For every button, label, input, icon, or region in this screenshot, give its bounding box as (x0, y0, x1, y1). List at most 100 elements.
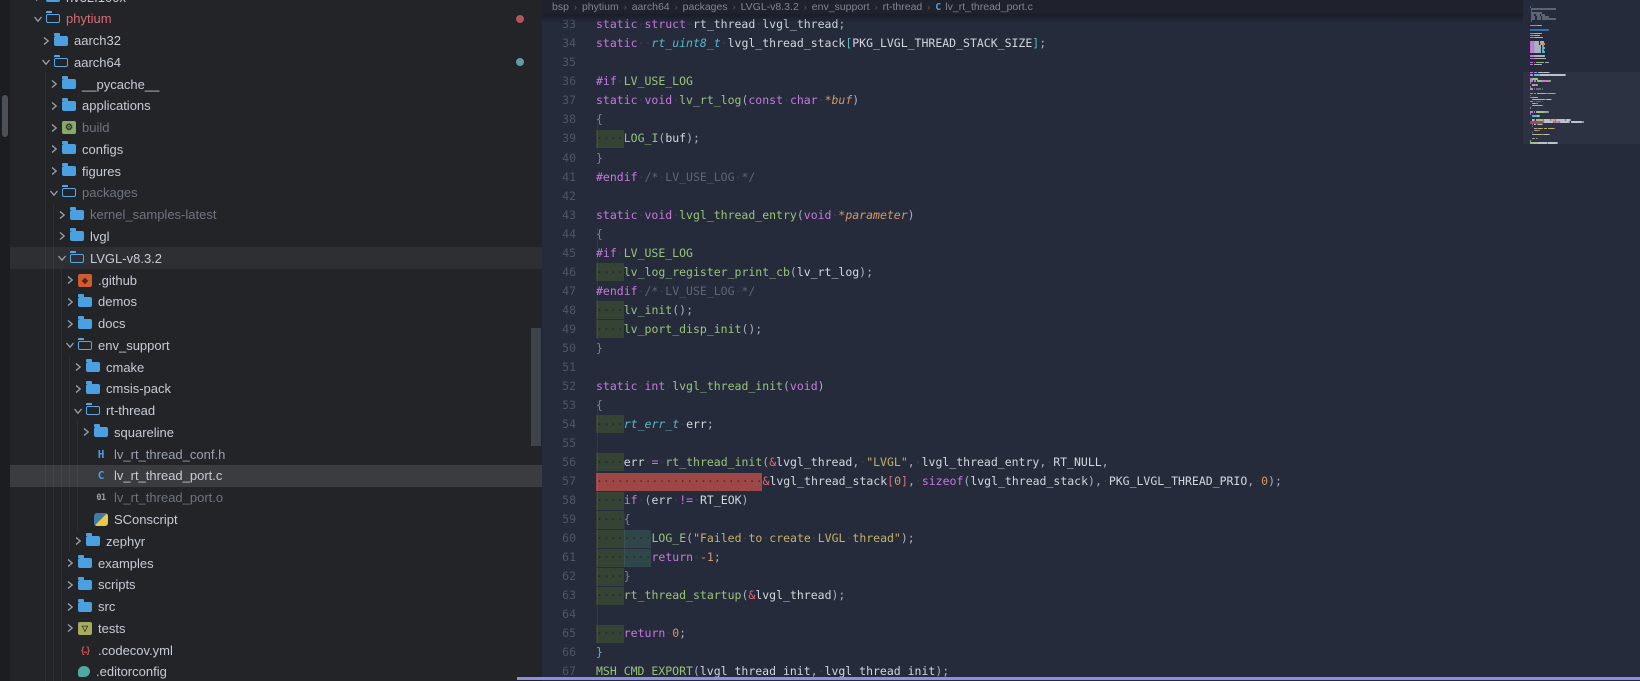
tree-row-scripts[interactable]: scripts (10, 574, 542, 596)
line-number[interactable]: 47 (542, 284, 576, 298)
line-number[interactable]: 58 (542, 493, 576, 507)
tree-row-examples[interactable]: examples (10, 552, 542, 574)
chevron-down-icon[interactable] (72, 405, 84, 417)
sidebar-left-scrollbar-thumb[interactable] (2, 95, 8, 137)
tree-row-zephyr[interactable]: zephyr (10, 530, 542, 552)
line-number[interactable]: 43 (542, 208, 576, 222)
tree-row-packages[interactable]: packages (10, 182, 542, 204)
code-line-53[interactable]: 53{ (542, 396, 1640, 415)
code-line-66[interactable]: 66} (542, 643, 1640, 662)
code-line-54[interactable]: 54····rt_err_t·err; (542, 415, 1640, 434)
line-number[interactable]: 53 (542, 398, 576, 412)
tree-row-sconscript[interactable]: SConscript (10, 508, 542, 530)
code-line-55[interactable]: 55 (542, 434, 1640, 453)
breadcrumb-item-env-support[interactable]: env_support (812, 1, 870, 13)
tree-row-lv-rt-thread-port-c[interactable]: Clv_rt_thread_port.c (10, 465, 542, 487)
chevron-down-icon[interactable] (40, 56, 52, 68)
tree-row-squareline[interactable]: squareline (10, 421, 542, 443)
line-number[interactable]: 63 (542, 588, 576, 602)
code-line-44[interactable]: 44{ (542, 225, 1640, 244)
line-number[interactable]: 57 (542, 474, 576, 488)
tree-row-cmsis-pack[interactable]: cmsis-pack (10, 378, 542, 400)
chevron-down-icon[interactable] (56, 252, 68, 264)
chevron-right-icon[interactable] (56, 230, 68, 242)
code-line-62[interactable]: 62····} (542, 567, 1640, 586)
breadcrumb[interactable]: bsp›phytium›aarch64›packages›LVGL-v8.3.2… (542, 0, 1523, 14)
tree-row--pycache-[interactable]: __pycache__ (10, 73, 542, 95)
breadcrumb-item-bsp[interactable]: bsp (552, 1, 569, 13)
tree-row-aarch64[interactable]: aarch64 (10, 51, 542, 73)
tree-row-env-support[interactable]: env_support (10, 334, 542, 356)
tree-row-cmake[interactable]: cmake (10, 356, 542, 378)
code-line-61[interactable]: 61········return·-1; (542, 548, 1640, 567)
chevron-right-icon[interactable] (56, 209, 68, 221)
minimap[interactable] (1523, 0, 1640, 681)
tree-row-lvgl-v8-3-2[interactable]: LVGL-v8.3.2 (10, 247, 542, 269)
line-number[interactable]: 48 (542, 303, 576, 317)
breadcrumb-item-lvgl-v8-3-2[interactable]: LVGL-v8.3.2 (741, 1, 799, 13)
tree-row-lv-rt-thread-conf-h[interactable]: Hlv_rt_thread_conf.h (10, 443, 542, 465)
tree-row--codecov-yml[interactable]: {..}.codecov.yml (10, 639, 542, 661)
chevron-right-icon[interactable] (72, 535, 84, 547)
tree-row-src[interactable]: src (10, 596, 542, 618)
code-line-35[interactable]: 35 (542, 53, 1640, 72)
code-line-63[interactable]: 63····rt_thread_startup(&lvgl_thread); (542, 586, 1640, 605)
chevron-right-icon[interactable] (48, 100, 60, 112)
line-number[interactable]: 59 (542, 512, 576, 526)
chevron-right-icon[interactable] (72, 383, 84, 395)
line-number[interactable]: 34 (542, 36, 576, 50)
line-number[interactable]: 37 (542, 93, 576, 107)
chevron-right-icon[interactable] (64, 601, 76, 613)
code-line-50[interactable]: 50} (542, 339, 1640, 358)
code-line-42[interactable]: 42 (542, 187, 1640, 206)
breadcrumb-item-phytium[interactable]: phytium (582, 1, 619, 13)
breadcrumb-item-packages[interactable]: packages (683, 1, 728, 13)
tree-row-docs[interactable]: docs (10, 313, 542, 335)
code-line-58[interactable]: 58····if·(err·!=·RT_EOK) (542, 491, 1640, 510)
code-area[interactable]: 33static·struct·rt_thread·lvgl_thread;34… (542, 0, 1640, 681)
line-number[interactable]: 62 (542, 569, 576, 583)
code-line-39[interactable]: 39····LOG_I(buf); (542, 129, 1640, 148)
code-line-47[interactable]: 47#endif·/*·LV_USE_LOG·*/ (542, 282, 1640, 301)
code-line-46[interactable]: 46····lv_log_register_print_cb(lv_rt_log… (542, 263, 1640, 282)
tree-row--editorconfig[interactable]: .editorconfig (10, 661, 542, 681)
tree-row-phytium[interactable]: phytium (10, 8, 542, 30)
chevron-right-icon[interactable] (48, 78, 60, 90)
tree-row-demos[interactable]: demos (10, 291, 542, 313)
tree-row-figures[interactable]: figures (10, 160, 542, 182)
minimap-viewport[interactable] (1523, 72, 1640, 144)
chevron-right-icon[interactable] (48, 122, 60, 134)
tree-row-applications[interactable]: applications (10, 95, 542, 117)
code-line-48[interactable]: 48····lv_init(); (542, 301, 1640, 320)
chevron-right-icon[interactable] (64, 557, 76, 569)
line-number[interactable]: 41 (542, 170, 576, 184)
code-line-57[interactable]: 57························&lvgl_thread_s… (542, 472, 1640, 491)
line-number[interactable]: 39 (542, 131, 576, 145)
chevron-right-icon[interactable] (64, 318, 76, 330)
line-number[interactable]: 36 (542, 74, 576, 88)
chevron-right-icon[interactable] (64, 622, 76, 634)
code-line-43[interactable]: 43static·void·lvgl_thread_entry(void·*pa… (542, 206, 1640, 225)
line-number[interactable]: 35 (542, 55, 576, 69)
line-number[interactable]: 40 (542, 151, 576, 165)
tree-row-rt-thread[interactable]: rt-thread (10, 400, 542, 422)
line-number[interactable]: 54 (542, 417, 576, 431)
tree-row--github[interactable]: ◆.github (10, 269, 542, 291)
code-line-38[interactable]: 38{ (542, 110, 1640, 129)
tree-row-tests[interactable]: ▽tests (10, 617, 542, 639)
code-line-36[interactable]: 36#if·LV_USE_LOG (542, 72, 1640, 91)
code-line-59[interactable]: 59····{ (542, 510, 1640, 529)
line-number[interactable]: 56 (542, 455, 576, 469)
line-number[interactable]: 66 (542, 645, 576, 659)
chevron-right-icon[interactable] (32, 0, 44, 3)
chevron-right-icon[interactable] (64, 579, 76, 591)
line-number[interactable]: 64 (542, 607, 576, 621)
chevron-right-icon[interactable] (72, 361, 84, 373)
chevron-right-icon[interactable] (80, 426, 92, 438)
code-line-64[interactable]: 64 (542, 605, 1640, 624)
line-number[interactable]: 38 (542, 112, 576, 126)
line-number[interactable]: 65 (542, 626, 576, 640)
line-number[interactable]: 61 (542, 550, 576, 564)
code-line-65[interactable]: 65····return·0; (542, 624, 1640, 643)
line-number[interactable]: 44 (542, 227, 576, 241)
